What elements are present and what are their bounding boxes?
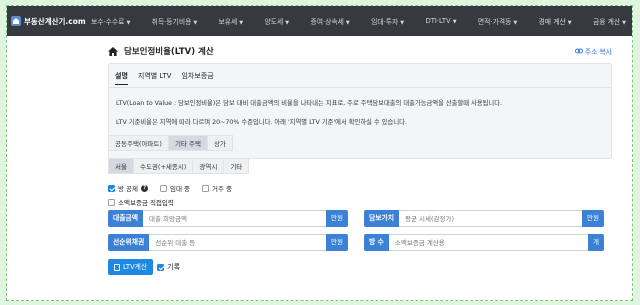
caret-down-icon: ▼ (622, 20, 626, 26)
room-count-label: 방 수 (364, 234, 389, 251)
region-seoul[interactable]: 서울 (108, 158, 134, 174)
tab-regional-ltv[interactable]: 지역별 LTV (138, 71, 172, 85)
caret-down-icon: ▼ (513, 20, 518, 26)
page-title: 담보인정비율(LTV) 계산 (108, 45, 214, 57)
tab-divider (109, 87, 611, 88)
property-type-group: 공동주택(아파트) 기타 주택 상가 (108, 135, 233, 151)
nav-item-5[interactable]: 임대·투자 ▼ (371, 16, 404, 26)
nav-item-7[interactable]: 면적·가격등 ▼ (478, 16, 517, 26)
collateral-value-unit: 만원 (582, 210, 604, 227)
nav-item-6[interactable]: DTI·LTV ▼ (426, 17, 457, 25)
info-tabs: 설명 지역별 LTV 임차보증금 (115, 71, 214, 85)
senior-lien-label: 선순위채권 (108, 234, 150, 251)
senior-lien-input[interactable] (149, 234, 327, 251)
room-deduction-option[interactable]: 방 공제 ? (108, 183, 149, 193)
nav-item-4[interactable]: 증여·상속세 ▼ (310, 16, 349, 26)
caret-down-icon: ▼ (285, 20, 290, 26)
region-capital-area[interactable]: 수도권(+세종시) (133, 158, 194, 174)
nav-item-label: 금융 계산 (592, 18, 621, 26)
region-other[interactable]: 기타 (224, 158, 250, 174)
room-count-input[interactable] (388, 234, 589, 251)
calc-row: LTV계산 기록 (108, 259, 180, 275)
room-deduction-checkbox[interactable] (108, 184, 115, 192)
title-row: 담보인정비율(LTV) 계산 주소 복사 (108, 44, 612, 58)
senior-lien-unit: 만원 (326, 234, 348, 251)
tab-rental-deposit[interactable]: 임차보증금 (181, 71, 213, 85)
senior-lien-field: 선순위채권 만원 (108, 234, 348, 251)
tab-description[interactable]: 설명 (115, 71, 128, 85)
region-metro-city[interactable]: 광역시 (193, 158, 225, 174)
record-option[interactable]: 기록 (157, 262, 180, 272)
property-type-commercial[interactable]: 상가 (207, 135, 233, 151)
description-line-2: LTV 기준비율은 지역에 따라 다르며 20~70% 수준입니다. 아래 '지… (116, 119, 407, 126)
nav-item-label: 취득·등기비용 (151, 18, 192, 26)
top-navbar: 부동산계산기.com 보수·수수료 ▼ 취득·등기비용 ▼ 보유세 ▼ 양도세 ▼ 증여·상속세… (7, 6, 632, 36)
collateral-value-label: 담보가치 (364, 210, 400, 227)
nav-item-label: 임대·투자 (371, 18, 399, 26)
residing-checkbox[interactable] (202, 184, 210, 192)
caret-down-icon: ▼ (193, 20, 198, 26)
property-type-apartment[interactable]: 공동주택(아파트) (108, 135, 169, 151)
small-deposit-checkbox[interactable] (108, 198, 115, 206)
nav-item-label: 보수·수수료 (91, 18, 125, 26)
brand-name: 부동산계산기.com (24, 16, 86, 26)
nav-item-9[interactable]: 금융 계산 ▼ (593, 16, 626, 26)
residing-label: 거주 중 (212, 185, 233, 193)
copy-address-label: 주소 복사 (584, 48, 612, 56)
ltv-calculate-label: LTV계산 (123, 263, 148, 271)
residing-option[interactable]: 거주 중 (202, 183, 232, 193)
nav-item-3[interactable]: 양도세 ▼ (265, 16, 290, 26)
nav-item-label: 증여·상속세 (310, 18, 344, 26)
record-checkbox[interactable] (157, 263, 165, 271)
nav-item-label: 면적·가격등 (477, 18, 512, 26)
nav-item-2[interactable]: 보유세 ▼ (219, 16, 244, 26)
small-deposit-label: 소액보증금 직접입력 (118, 199, 174, 207)
nav-item-label: 보유세 (218, 18, 238, 26)
nav-item-8[interactable]: 경매 계산 ▼ (539, 16, 572, 26)
rental-checkbox[interactable] (160, 184, 168, 192)
caret-down-icon: ▼ (452, 19, 457, 25)
caret-down-icon: ▼ (239, 20, 244, 26)
room-count-field: 방 수 개 (364, 234, 604, 251)
region-group: 서울 수도권(+세종시) 광역시 기타 (108, 158, 250, 174)
caret-down-icon: ▼ (567, 20, 572, 26)
loan-amount-unit: 만원 (326, 210, 348, 227)
room-count-unit: 개 (588, 234, 604, 251)
record-label: 기록 (167, 263, 181, 271)
property-type-other-house[interactable]: 기타 주택 (168, 135, 208, 151)
loan-amount-input[interactable] (143, 210, 327, 227)
collateral-value-input[interactable] (399, 210, 583, 227)
help-icon[interactable]: ? (141, 184, 149, 192)
caret-down-icon: ▼ (345, 20, 350, 26)
caret-down-icon: ▼ (126, 20, 131, 26)
copy-address-link[interactable]: 주소 복사 (574, 46, 612, 56)
nav-item-label: DTI·LTV (425, 17, 451, 25)
room-deduction-label: 방 공제 (118, 185, 139, 193)
nav-item-0[interactable]: 보수·수수료 ▼ (91, 16, 130, 26)
ltv-calculate-button[interactable]: LTV계산 (108, 259, 154, 275)
nav-menu: 보수·수수료 ▼ 취득·등기비용 ▼ 보유세 ▼ 양도세 ▼ 증여·상속세 ▼ 임대·투자 ▼ DTI·… (91, 16, 632, 26)
loan-amount-label: 대출금액 (108, 210, 144, 227)
rental-option[interactable]: 임대 중 (160, 183, 190, 193)
house-logo-icon (11, 16, 21, 26)
home-icon[interactable] (108, 46, 118, 56)
nav-item-1[interactable]: 취득·등기비용 ▼ (152, 16, 198, 26)
caret-down-icon: ▼ (400, 20, 405, 26)
brand-link[interactable]: 부동산계산기.com (7, 16, 91, 27)
collateral-value-field: 담보가치 만원 (364, 210, 604, 227)
calculator-icon (114, 263, 120, 271)
option-row-2: 소액보증금 직접입력 (108, 197, 174, 207)
link-icon (574, 48, 583, 54)
small-deposit-option[interactable]: 소액보증금 직접입력 (108, 197, 174, 207)
option-row-1: 방 공제 ? 임대 중 거주 중 (108, 183, 232, 193)
nav-item-label: 양도세 (264, 18, 284, 26)
rental-label: 임대 중 (170, 185, 191, 193)
nav-item-label: 경매 계산 (538, 18, 566, 26)
loan-amount-field: 대출금액 만원 (108, 210, 348, 227)
page-title-text: 담보인정비율(LTV) 계산 (124, 47, 214, 57)
description-line-1: LTV(Loan to Value : 담보인정비율)은 담보 대비 대출금액의… (116, 100, 503, 107)
